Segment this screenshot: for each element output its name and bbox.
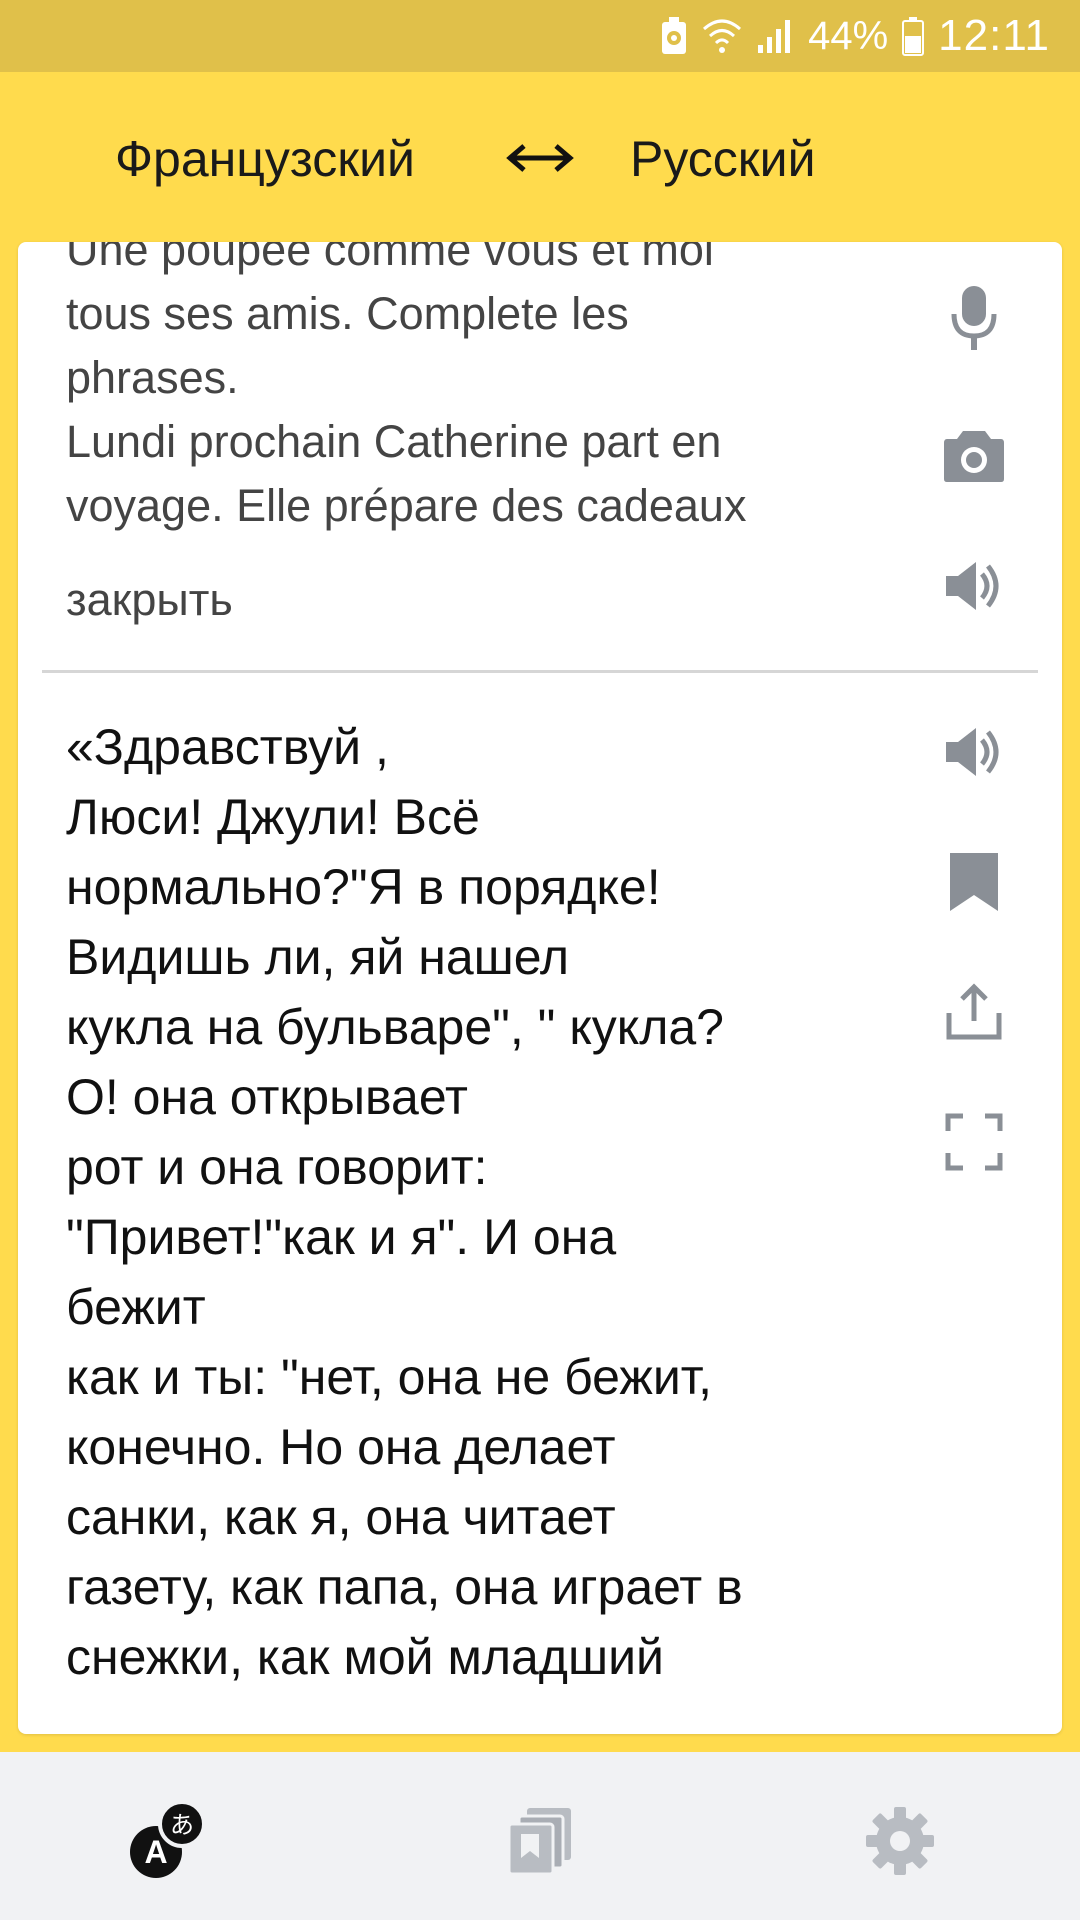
close-hint[interactable]: закрыть [66,568,233,632]
share-icon[interactable] [942,980,1006,1044]
camera-icon[interactable] [942,424,1006,488]
language-bar: Французский Русский [0,72,1080,242]
translation-card: Une poupée comme vous et moi tous ses am… [18,242,1062,1734]
wifi-icon [702,17,742,55]
speaker-icon[interactable] [942,554,1006,618]
microphone-icon[interactable] [942,286,1006,350]
translate-icon[interactable]: Aあ [122,1796,212,1886]
clock: 12:11 [938,11,1050,60]
bottom-navigation: Aあ [0,1752,1080,1920]
battery-saver-icon [660,16,688,56]
source-language-button[interactable]: Французский [115,130,415,188]
settings-icon[interactable] [855,1796,945,1886]
battery-percent: 44% [808,13,889,58]
divider [42,670,1038,673]
battery-icon [902,16,925,56]
source-text[interactable]: Une poupée comme vous et moi tous ses am… [66,242,886,538]
status-bar: 44% 12:11 [0,0,1080,72]
speaker-icon[interactable] [942,720,1006,784]
fullscreen-icon[interactable] [942,1110,1006,1174]
svg-text:あ: あ [170,1811,194,1839]
signal-icon [756,17,794,55]
collections-icon[interactable] [495,1796,585,1886]
swap-icon[interactable] [506,136,574,180]
status-icons: 44% 12:11 [660,0,1050,72]
target-language-button[interactable]: Русский [630,130,816,188]
translation-text: «Здравствуй , Люси! Джули! Всё нормально… [66,719,743,1685]
source-input-area[interactable]: Une poupée comme vous et moi tous ses am… [18,242,1062,670]
bookmark-icon[interactable] [942,850,1006,914]
